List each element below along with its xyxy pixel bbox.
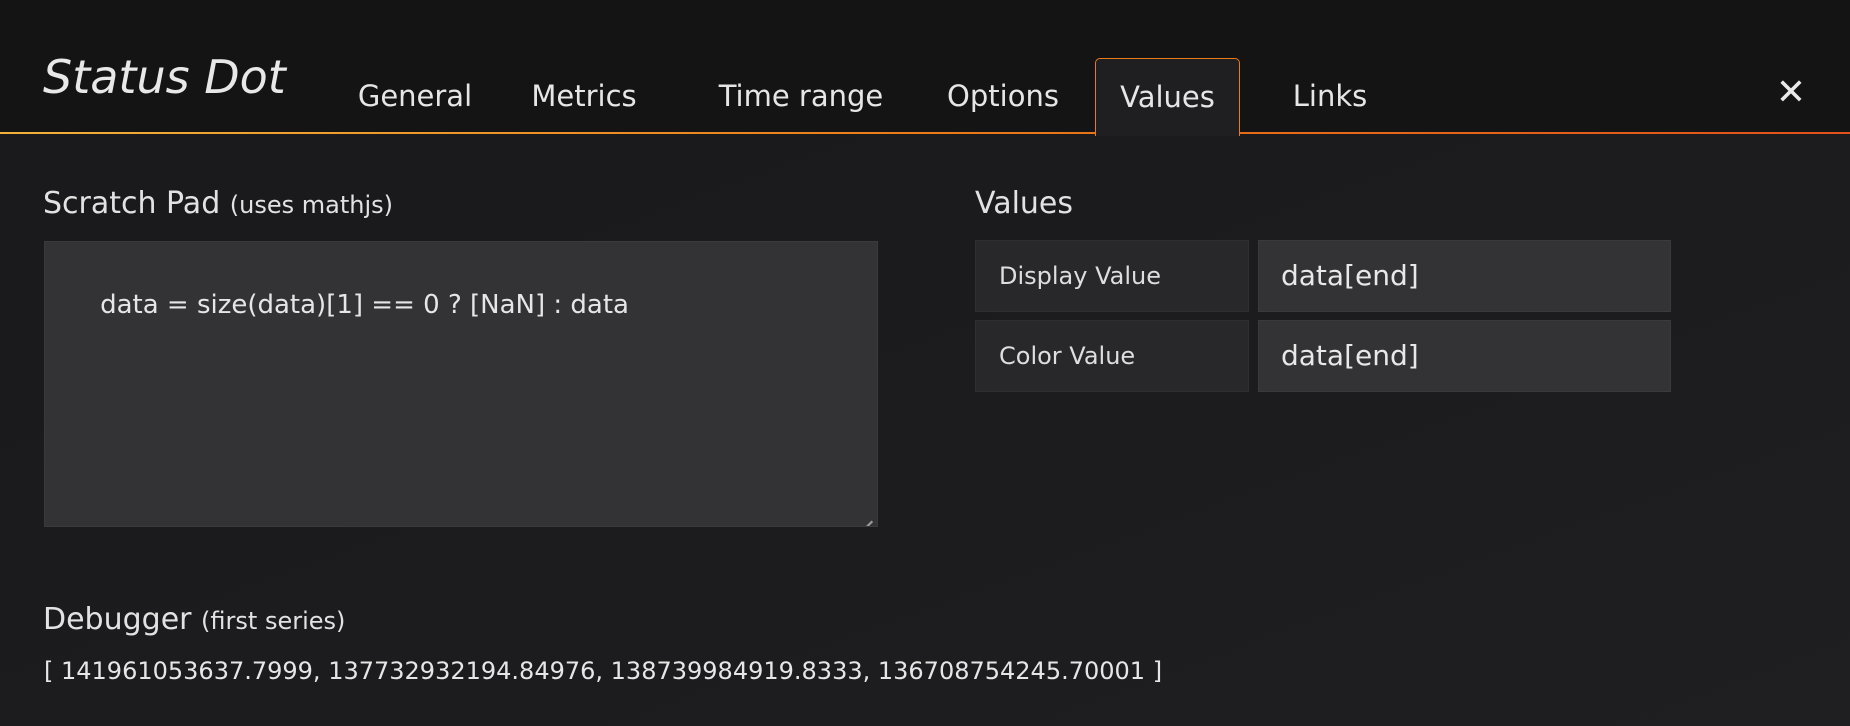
debugger-subtitle: (first series) <box>201 607 346 635</box>
scratch-pad-title: Scratch Pad <box>43 186 221 221</box>
editor-header: Status Dot General Metrics Time range Op… <box>0 0 1850 136</box>
display-value-input[interactable]: data[end] <box>1258 240 1671 312</box>
tab-links[interactable]: Links <box>1280 58 1380 134</box>
tab-values[interactable]: Values <box>1095 58 1240 136</box>
debugger-heading: Debugger (first series) <box>43 602 345 637</box>
scratch-pad-subtitle: (uses mathjs) <box>229 191 393 219</box>
tab-general[interactable]: General <box>350 58 480 134</box>
debugger-output: [ 141961053637.7999, 137732932194.84976,… <box>44 657 1163 685</box>
scratch-pad-textarea[interactable]: data = size(data)[1] == 0 ? [NaN] : data <box>44 241 878 527</box>
color-value-label: Color Value <box>975 320 1249 392</box>
display-value-label: Display Value <box>975 240 1249 312</box>
tab-time-range[interactable]: Time range <box>716 58 886 134</box>
debugger-title: Debugger <box>43 602 192 637</box>
values-heading: Values <box>975 186 1074 221</box>
tab-metrics[interactable]: Metrics <box>522 58 646 134</box>
tab-options[interactable]: Options <box>932 58 1074 134</box>
scratch-pad-text: data = size(data)[1] == 0 ? [NaN] : data <box>100 290 629 320</box>
panel-editor: Status Dot General Metrics Time range Op… <box>0 0 1850 726</box>
color-value-input[interactable]: data[end] <box>1258 320 1671 392</box>
scratch-pad-heading: Scratch Pad (uses mathjs) <box>43 186 393 221</box>
close-icon[interactable]: ✕ <box>1771 73 1811 113</box>
panel-title: Status Dot <box>43 50 286 104</box>
resize-handle-icon[interactable] <box>861 510 873 522</box>
header-accent-line <box>0 132 1850 134</box>
